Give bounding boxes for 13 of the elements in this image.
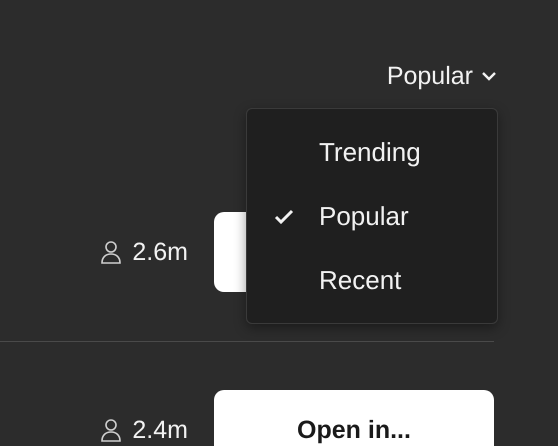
user-icon <box>100 418 122 442</box>
view-count: 2.6m <box>132 238 188 266</box>
open-button[interactable]: Open in... <box>214 390 494 446</box>
chevron-down-icon <box>481 70 497 82</box>
view-count: 2.4m <box>132 416 188 444</box>
sort-dropdown[interactable]: Popular <box>386 60 497 92</box>
menu-item[interactable]: Trending <box>247 120 497 184</box>
menu-item[interactable]: Popular <box>247 184 497 248</box>
menu-item-label: Popular <box>319 200 409 232</box>
menu-item-label: Recent <box>319 264 402 296</box>
menu-item[interactable]: Recent <box>247 248 497 312</box>
menu-item-label: Trending <box>319 136 421 168</box>
user-icon <box>100 240 122 264</box>
